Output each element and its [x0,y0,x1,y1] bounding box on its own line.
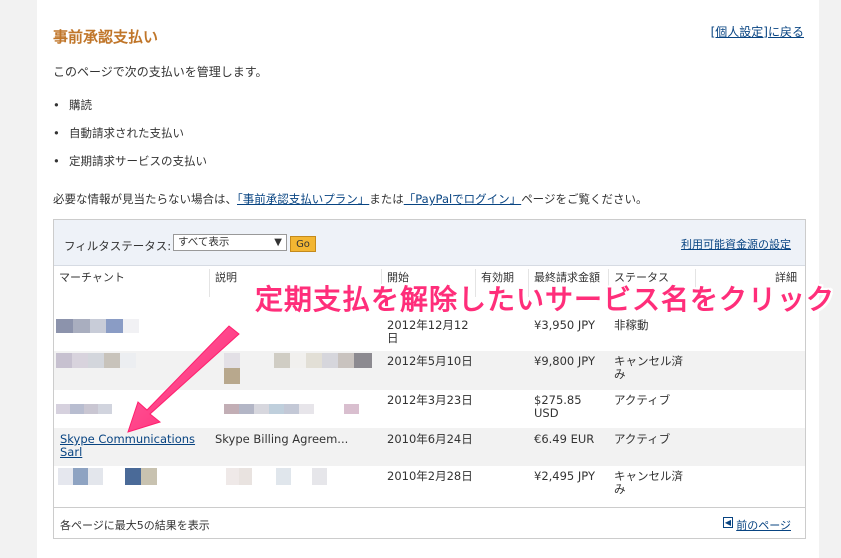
annotation-text: 定期支払を解除したいサービス名をクリック [255,283,836,316]
